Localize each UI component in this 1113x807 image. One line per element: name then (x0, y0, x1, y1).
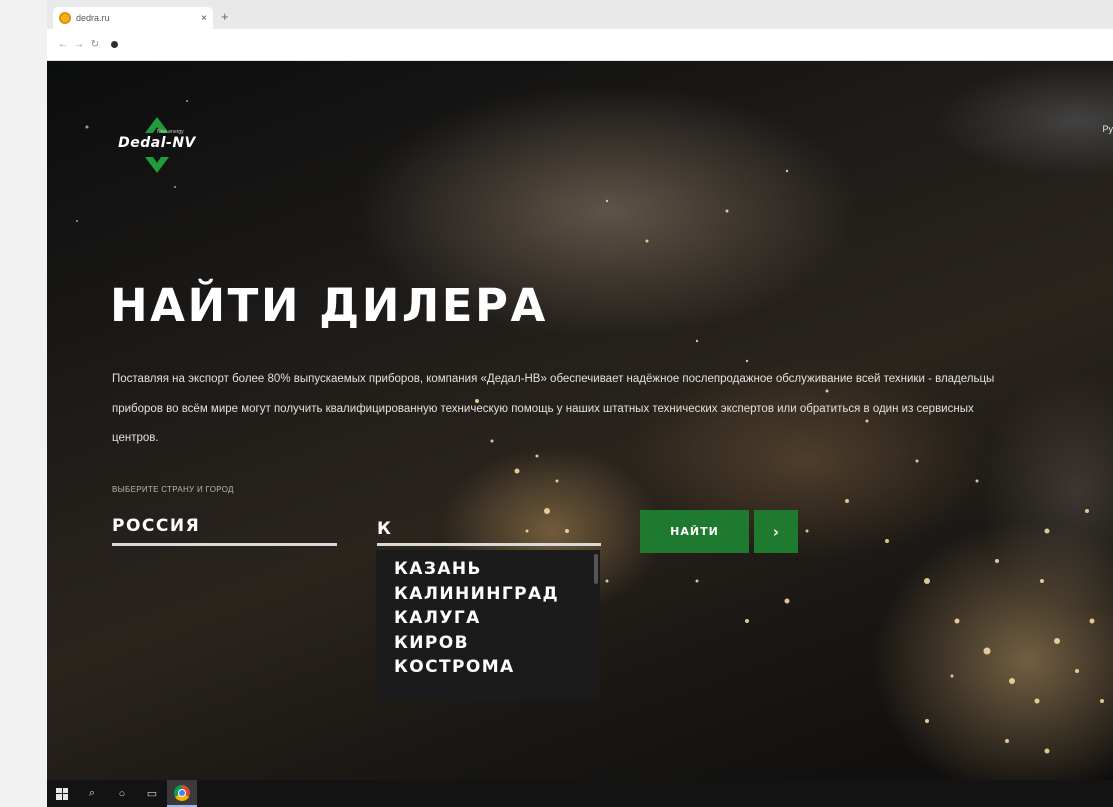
tab-strip: dedra.ru × + (47, 0, 1113, 29)
city-field[interactable] (377, 516, 601, 546)
logo-text: Dedal-NV (118, 135, 196, 151)
city-suggestion-kirov[interactable]: КИРОВ (394, 631, 600, 656)
country-city-label: ВЫБЕРИТЕ СТРАНУ И ГОРОД (112, 485, 234, 494)
forward-button[interactable]: → (71, 39, 87, 50)
windows-start-icon[interactable] (47, 780, 77, 807)
cortana-icon[interactable]: ○ (107, 780, 137, 807)
site-info-icon[interactable] (111, 41, 118, 48)
dealer-page: New energy Dedal-NV Ру НАЙТИ ДИЛЕРА Пост… (47, 61, 1113, 780)
language-link[interactable]: Ру (1102, 124, 1113, 134)
city-suggestions-dropdown: КАЗАНЬ КАЛИНИНГРАД КАЛУГА КИРОВ КОСТРОМА (376, 550, 600, 700)
search-icon[interactable]: ⌕ (77, 780, 107, 807)
city-suggestion-kaluga[interactable]: КАЛУГА (394, 606, 600, 631)
chevron-right-icon[interactable]: › (754, 510, 798, 553)
city-suggestion-kazan[interactable]: КАЗАНЬ (394, 557, 600, 582)
windows-taskbar: ⌕ ○ ▭ (47, 780, 1113, 807)
browser-tab[interactable]: dedra.ru × (53, 7, 213, 29)
address-bar[interactable] (126, 34, 1103, 55)
dedal-nv-logo[interactable]: New energy Dedal-NV (109, 115, 205, 175)
chrome-icon[interactable] (167, 780, 197, 807)
new-tab-button[interactable]: + (221, 9, 229, 24)
reload-button[interactable]: ↻ (87, 39, 103, 50)
country-select[interactable]: РОССИЯ (112, 516, 337, 546)
tab-close-icon[interactable]: × (201, 13, 207, 24)
page-description: Поставляя на экспорт более 80% выпускаем… (112, 373, 995, 444)
city-suggestion-kostroma[interactable]: КОСТРОМА (394, 655, 600, 680)
find-dealer-button[interactable]: НАЙТИ (640, 510, 749, 553)
task-view-icon[interactable]: ▭ (137, 780, 167, 807)
browser-toolbar: ← → ↻ (47, 29, 1113, 61)
dropdown-scrollbar[interactable] (594, 554, 598, 584)
browser-window: dedra.ru × + ← → ↻ New energy Dedal-NV Р… (47, 0, 1113, 780)
back-button[interactable]: ← (55, 39, 71, 50)
city-input[interactable] (377, 516, 601, 542)
tab-title: dedra.ru (76, 13, 110, 23)
favicon-icon (59, 12, 71, 24)
page-title: НАЙТИ ДИЛЕРА (110, 279, 548, 332)
country-value: РОССИЯ (112, 516, 201, 536)
city-suggestion-kaliningrad[interactable]: КАЛИНИНГРАД (394, 582, 600, 607)
